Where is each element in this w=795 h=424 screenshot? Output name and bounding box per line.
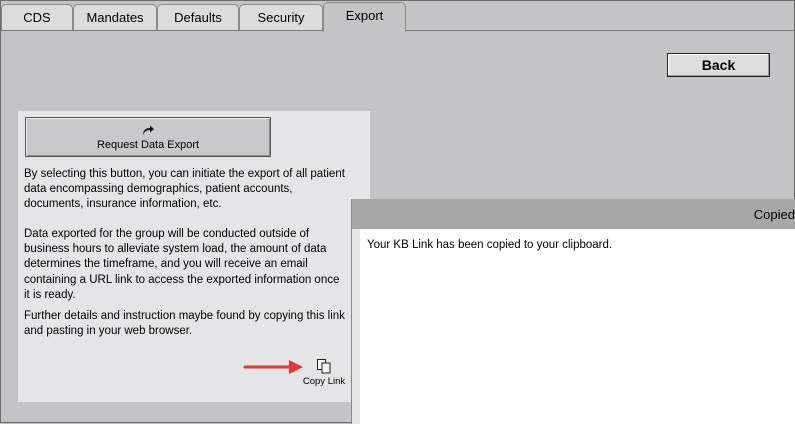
description-line: By selecting this button, you can initia…: [24, 168, 345, 180]
window-frame: CDS Mandates Defaults Security Export Ba…: [0, 0, 795, 424]
description-line: data encompassing demographics, patient …: [24, 183, 293, 196]
copied-dialog: Copied Your KB Link has been copied to y…: [351, 199, 795, 424]
timing-line: containing a URL link to access the expo…: [24, 273, 340, 286]
tab-cds[interactable]: CDS: [1, 4, 73, 30]
tab-export[interactable]: Export: [323, 2, 406, 32]
tab-mandates[interactable]: Mandates: [73, 4, 157, 30]
details-line: and pasting in your web browser.: [24, 325, 193, 338]
tab-defaults[interactable]: Defaults: [157, 4, 239, 30]
timing-line: it is ready.: [24, 288, 76, 301]
copy-link-button[interactable]: Copy Link: [300, 356, 348, 390]
back-button[interactable]: Back: [667, 53, 770, 77]
export-description: By selecting this button, you can initia…: [24, 167, 369, 213]
dialog-header[interactable]: Copied: [352, 199, 795, 229]
timing-line: determines the timeframe, and you will r…: [24, 258, 308, 271]
request-data-export-button[interactable]: Request Data Export: [25, 117, 271, 157]
dialog-title: Copied: [753, 207, 795, 222]
request-data-export-label: Request Data Export: [96, 139, 200, 151]
share-arrow-icon: [26, 124, 270, 138]
red-arrow-icon: [243, 360, 303, 374]
export-panel: Request Data Export By selecting this bu…: [18, 111, 370, 402]
tab-bar: CDS Mandates Defaults Security Export: [1, 1, 794, 32]
dialog-message: Your KB Link has been copied to your cli…: [367, 239, 613, 251]
export-timing-info: Data exported for the group will be cond…: [24, 227, 369, 303]
description-line: documents, insurance information, etc.: [24, 198, 222, 211]
timing-line: business hours to alleviate system load,…: [24, 243, 327, 256]
copy-icon: [300, 358, 348, 374]
copy-link-label: Copy Link: [302, 376, 346, 387]
details-line: Further details and instruction maybe fo…: [24, 310, 345, 322]
tab-security[interactable]: Security: [239, 4, 323, 30]
timing-line: Data exported for the group will be cond…: [24, 228, 310, 240]
dialog-body: Your KB Link has been copied to your cli…: [360, 229, 795, 424]
further-details-info: Further details and instruction maybe fo…: [24, 309, 369, 339]
